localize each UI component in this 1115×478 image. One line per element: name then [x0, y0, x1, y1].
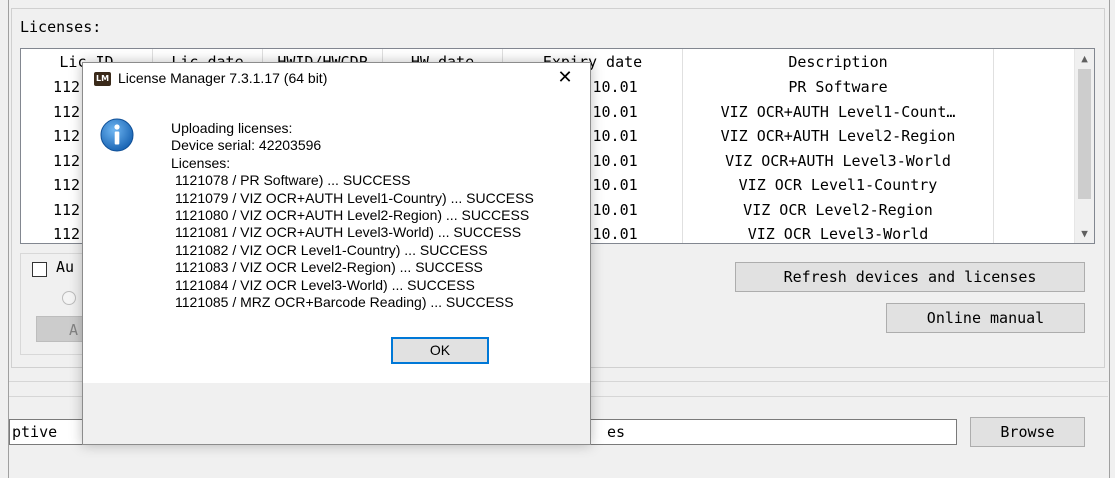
scroll-down-arrow-icon[interactable]: ▼ — [1075, 224, 1094, 243]
cell-description: PR Software — [683, 75, 994, 100]
scroll-thumb[interactable] — [1078, 69, 1091, 199]
cell-description: VIZ OCR+AUTH Level3-World — [683, 148, 994, 173]
option-radio[interactable] — [62, 291, 76, 305]
refresh-devices-button[interactable]: Refresh devices and licenses — [735, 262, 1085, 292]
cell-description: VIZ OCR+AUTH Level2-Region — [683, 124, 994, 149]
license-upload-dialog: LM License Manager 7.3.1.17 (64 bit) ✕ U… — [82, 62, 591, 445]
browse-button[interactable]: Browse — [970, 417, 1085, 447]
scroll-up-arrow-icon[interactable]: ▲ — [1075, 49, 1094, 68]
dialog-title: License Manager 7.3.1.17 (64 bit) — [118, 70, 328, 86]
license-result-line: 1121082 / VIZ OCR Level1-Country) ... SU… — [175, 241, 488, 258]
table-scrollbar[interactable]: ▲ ▼ — [1074, 49, 1094, 243]
cell-description: VIZ OCR Level2-Region — [683, 197, 994, 222]
licenses-label: Licenses: — [20, 18, 102, 36]
license-result-line: 1121085 / MRZ OCR+Barcode Reading) ... S… — [175, 294, 514, 311]
message-line: Licenses: — [171, 154, 231, 171]
path-text-left: ptive — [12, 423, 58, 441]
license-result-line: 1121083 / VIZ OCR Level2-Region) ... SUC… — [175, 259, 483, 276]
column-header-description[interactable]: Description — [683, 49, 994, 75]
license-result-line: 1121081 / VIZ OCR+AUTH Level3-World) ...… — [175, 224, 522, 241]
license-result-line: 1121080 / VIZ OCR+AUTH Level2-Region) ..… — [175, 207, 530, 224]
ok-button[interactable]: OK — [391, 337, 489, 364]
license-result-line: 1121079 / VIZ OCR+AUTH Level1-Country) .… — [175, 189, 534, 206]
auto-checkbox[interactable] — [32, 262, 47, 277]
close-icon[interactable]: ✕ — [549, 67, 581, 91]
license-result-line: 1121078 / PR Software) ... SUCCESS — [175, 172, 411, 189]
license-result-line: 1121084 / VIZ OCR Level3-World) ... SUCC… — [175, 276, 475, 293]
path-text-right: es — [607, 423, 626, 441]
dialog-message: Uploading licenses: Device serial: 422035… — [171, 120, 534, 311]
cell-description: VIZ OCR+AUTH Level1-Count… — [683, 99, 994, 124]
cell-description: VIZ OCR Level3-World — [683, 222, 994, 243]
dialog-titlebar[interactable]: LM License Manager 7.3.1.17 (64 bit) ✕ — [83, 63, 590, 93]
online-manual-button[interactable]: Online manual — [886, 303, 1085, 333]
app-logo-icon: LM — [94, 72, 111, 86]
dialog-footer — [83, 383, 590, 444]
message-line: Device serial: 42203596 — [171, 137, 322, 154]
cell-description: VIZ OCR Level1-Country — [683, 173, 994, 198]
auto-checkbox-label: Au — [56, 258, 75, 276]
message-line: Uploading licenses: — [171, 120, 293, 136]
info-icon — [100, 118, 134, 152]
